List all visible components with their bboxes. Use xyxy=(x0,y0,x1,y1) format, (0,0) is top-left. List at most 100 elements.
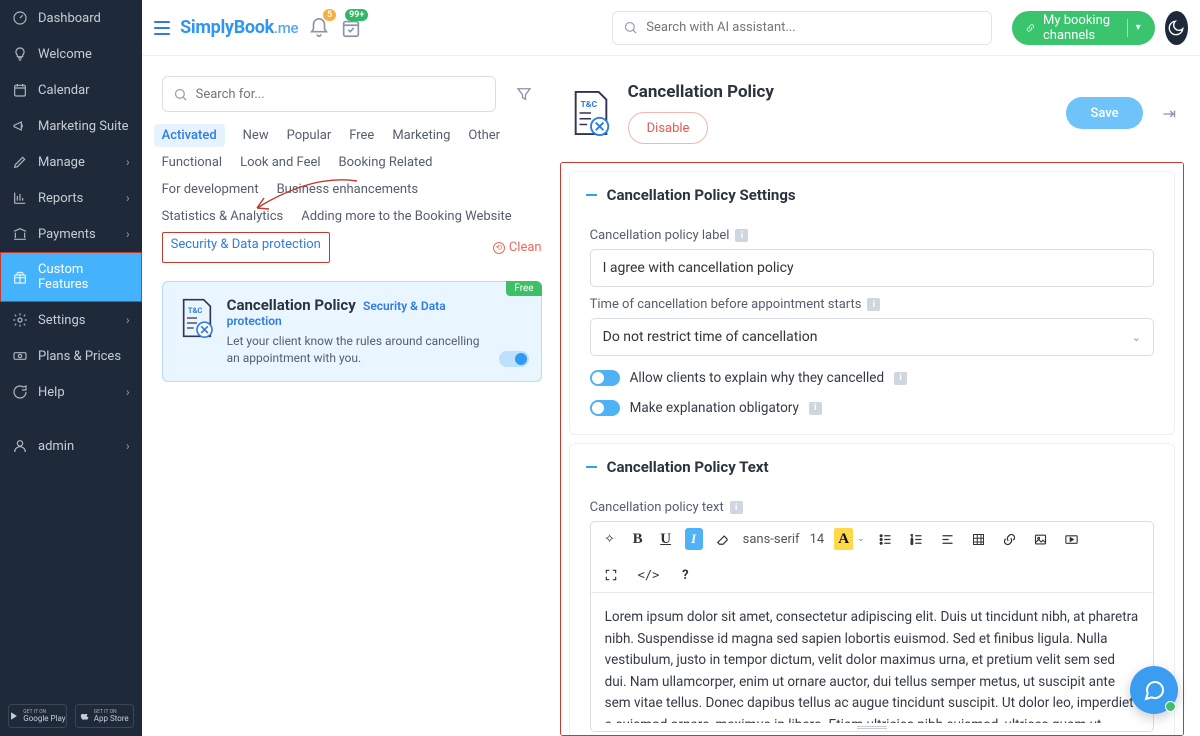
bullet-list-button[interactable] xyxy=(875,528,896,550)
sidebar-label: Manage xyxy=(38,155,85,170)
panel-title: Cancellation Policy xyxy=(628,82,774,102)
section-settings-toggle[interactable]: Cancellation Policy Settings xyxy=(570,172,1174,218)
logo[interactable]: SimplyBook.me xyxy=(180,17,298,38)
sidebar-label: Welcome xyxy=(38,47,92,62)
tag-security[interactable]: Security & Data protection xyxy=(162,232,330,263)
allow-explain-toggle[interactable] xyxy=(590,370,620,386)
sidebar-item-payments[interactable]: Payments › xyxy=(0,216,142,252)
chevron-down-icon: ⌄ xyxy=(1132,331,1141,344)
font-family-select[interactable]: sans-serif xyxy=(743,532,800,547)
section-text-toggle[interactable]: Cancellation Policy Text xyxy=(570,444,1174,490)
align-button[interactable] xyxy=(937,528,958,550)
topbar: SimplyBook.me 5 99+ My booking channels … xyxy=(142,0,1200,56)
eraser-icon[interactable] xyxy=(713,528,733,550)
tag-adding[interactable]: Adding more to the Booking Website xyxy=(301,205,511,228)
tag-other[interactable]: Other xyxy=(468,124,500,147)
feature-title: Cancellation Policy xyxy=(227,296,356,314)
filter-button[interactable] xyxy=(506,76,542,112)
ordered-list-button[interactable]: 123 xyxy=(906,528,927,550)
section-settings: Cancellation Policy Settings Cancellatio… xyxy=(569,171,1175,435)
app-store-badge[interactable]: GET IT ONApp Store xyxy=(75,704,134,728)
sidebar-item-calendar[interactable]: Calendar xyxy=(0,72,142,108)
notifications-button[interactable]: 5 xyxy=(308,17,330,39)
tag-marketing[interactable]: Marketing xyxy=(392,124,450,147)
image-button[interactable] xyxy=(1030,528,1051,550)
store-badges: GET IT ONGoogle Play GET IT ONApp Store xyxy=(0,696,142,736)
features-search-input[interactable] xyxy=(196,87,485,102)
disable-button[interactable]: Disable xyxy=(628,112,709,144)
google-play-badge[interactable]: GET IT ONGoogle Play xyxy=(8,704,67,728)
tag-activated[interactable]: Activated xyxy=(154,124,225,147)
info-icon[interactable]: i xyxy=(894,372,907,385)
hamburger-icon[interactable] xyxy=(154,16,170,40)
feature-toggle[interactable] xyxy=(499,351,529,367)
font-color-button[interactable]: A xyxy=(834,528,853,550)
chevron-right-icon: › xyxy=(126,439,130,453)
policy-label-field-label: Cancellation policy label i xyxy=(590,228,1154,243)
underline-button[interactable]: U xyxy=(657,528,675,550)
ai-search[interactable] xyxy=(612,11,992,45)
feature-card-cancellation[interactable]: Free T&C Cancellation Policy Security & … xyxy=(162,281,542,382)
obligatory-toggle[interactable] xyxy=(590,400,620,416)
clean-icon: ⟲ xyxy=(493,242,505,254)
calendar-icon xyxy=(12,82,28,98)
wand-icon[interactable]: ✧ xyxy=(601,528,619,550)
sidebar-item-manage[interactable]: Manage › xyxy=(0,144,142,180)
video-button[interactable] xyxy=(1061,528,1082,550)
info-icon[interactable]: i xyxy=(730,501,743,514)
features-search[interactable] xyxy=(162,76,496,112)
bold-button[interactable]: B xyxy=(629,528,647,550)
policy-label-input[interactable] xyxy=(590,249,1154,287)
tag-functional[interactable]: Functional xyxy=(162,151,222,174)
theme-toggle[interactable] xyxy=(1165,11,1188,45)
sidebar-label: admin xyxy=(38,439,74,454)
rich-text-editor: ✧ B U I sans-serif 14 A ⌄ xyxy=(590,521,1154,732)
save-button[interactable]: Save xyxy=(1066,97,1142,129)
sidebar-label: Settings xyxy=(38,313,85,328)
fullscreen-button[interactable] xyxy=(601,564,621,586)
editor-content[interactable]: Lorem ipsum dolor sit amet, consectetur … xyxy=(591,593,1153,723)
booking-channels-button[interactable]: My booking channels ▾ xyxy=(1012,11,1154,45)
info-icon[interactable]: i xyxy=(867,298,880,311)
resize-handle[interactable] xyxy=(591,723,1153,731)
sidebar-label: Custom Features xyxy=(38,262,130,292)
font-size-select[interactable]: 14 xyxy=(810,532,825,547)
help-button[interactable]: ? xyxy=(676,564,694,586)
tag-stats[interactable]: Statistics & Analytics xyxy=(162,205,284,228)
chat-fab[interactable] xyxy=(1130,666,1178,714)
tag-free[interactable]: Free xyxy=(349,124,374,147)
sidebar-item-plans[interactable]: Plans & Prices xyxy=(0,338,142,374)
bookings-button[interactable]: 99+ xyxy=(340,17,362,39)
money-icon xyxy=(12,348,28,364)
chevron-down-icon[interactable]: ⌄ xyxy=(857,534,865,544)
sidebar-label: Payments xyxy=(38,227,96,242)
gift-icon xyxy=(12,269,28,285)
tag-clean[interactable]: ⟲ Clean xyxy=(493,232,542,263)
tag-booking[interactable]: Booking Related xyxy=(339,151,433,174)
gear-icon xyxy=(12,312,28,328)
sidebar-item-dashboard[interactable]: Dashboard xyxy=(0,0,142,36)
sidebar-item-settings[interactable]: Settings › xyxy=(0,302,142,338)
tag-business[interactable]: Business enhancements xyxy=(277,178,418,201)
info-icon[interactable]: i xyxy=(809,402,822,415)
tag-popular[interactable]: Popular xyxy=(287,124,332,147)
link-button[interactable] xyxy=(999,528,1020,550)
obligatory-label: Make explanation obligatory xyxy=(630,400,799,416)
svg-text:T&C: T&C xyxy=(580,100,597,110)
sidebar-item-marketing[interactable]: Marketing Suite xyxy=(0,108,142,144)
collapse-right-icon[interactable]: ⇥ xyxy=(1163,104,1176,123)
sidebar-item-help[interactable]: Help › xyxy=(0,374,142,410)
italic-button[interactable]: I xyxy=(685,528,703,550)
tag-look[interactable]: Look and Feel xyxy=(240,151,320,174)
sidebar-item-reports[interactable]: Reports › xyxy=(0,180,142,216)
sidebar-item-custom-features[interactable]: Custom Features xyxy=(0,252,142,302)
sidebar-item-welcome[interactable]: Welcome xyxy=(0,36,142,72)
tag-dev[interactable]: For development xyxy=(162,178,259,201)
table-button[interactable] xyxy=(968,528,989,550)
sidebar-item-admin[interactable]: admin › xyxy=(0,428,142,464)
ai-search-input[interactable] xyxy=(646,20,981,35)
code-button[interactable]: </> xyxy=(635,564,663,586)
info-icon[interactable]: i xyxy=(735,229,748,242)
time-restrict-select[interactable]: Do not restrict time of cancellation ⌄ xyxy=(590,318,1154,356)
tag-new[interactable]: New xyxy=(243,124,269,147)
